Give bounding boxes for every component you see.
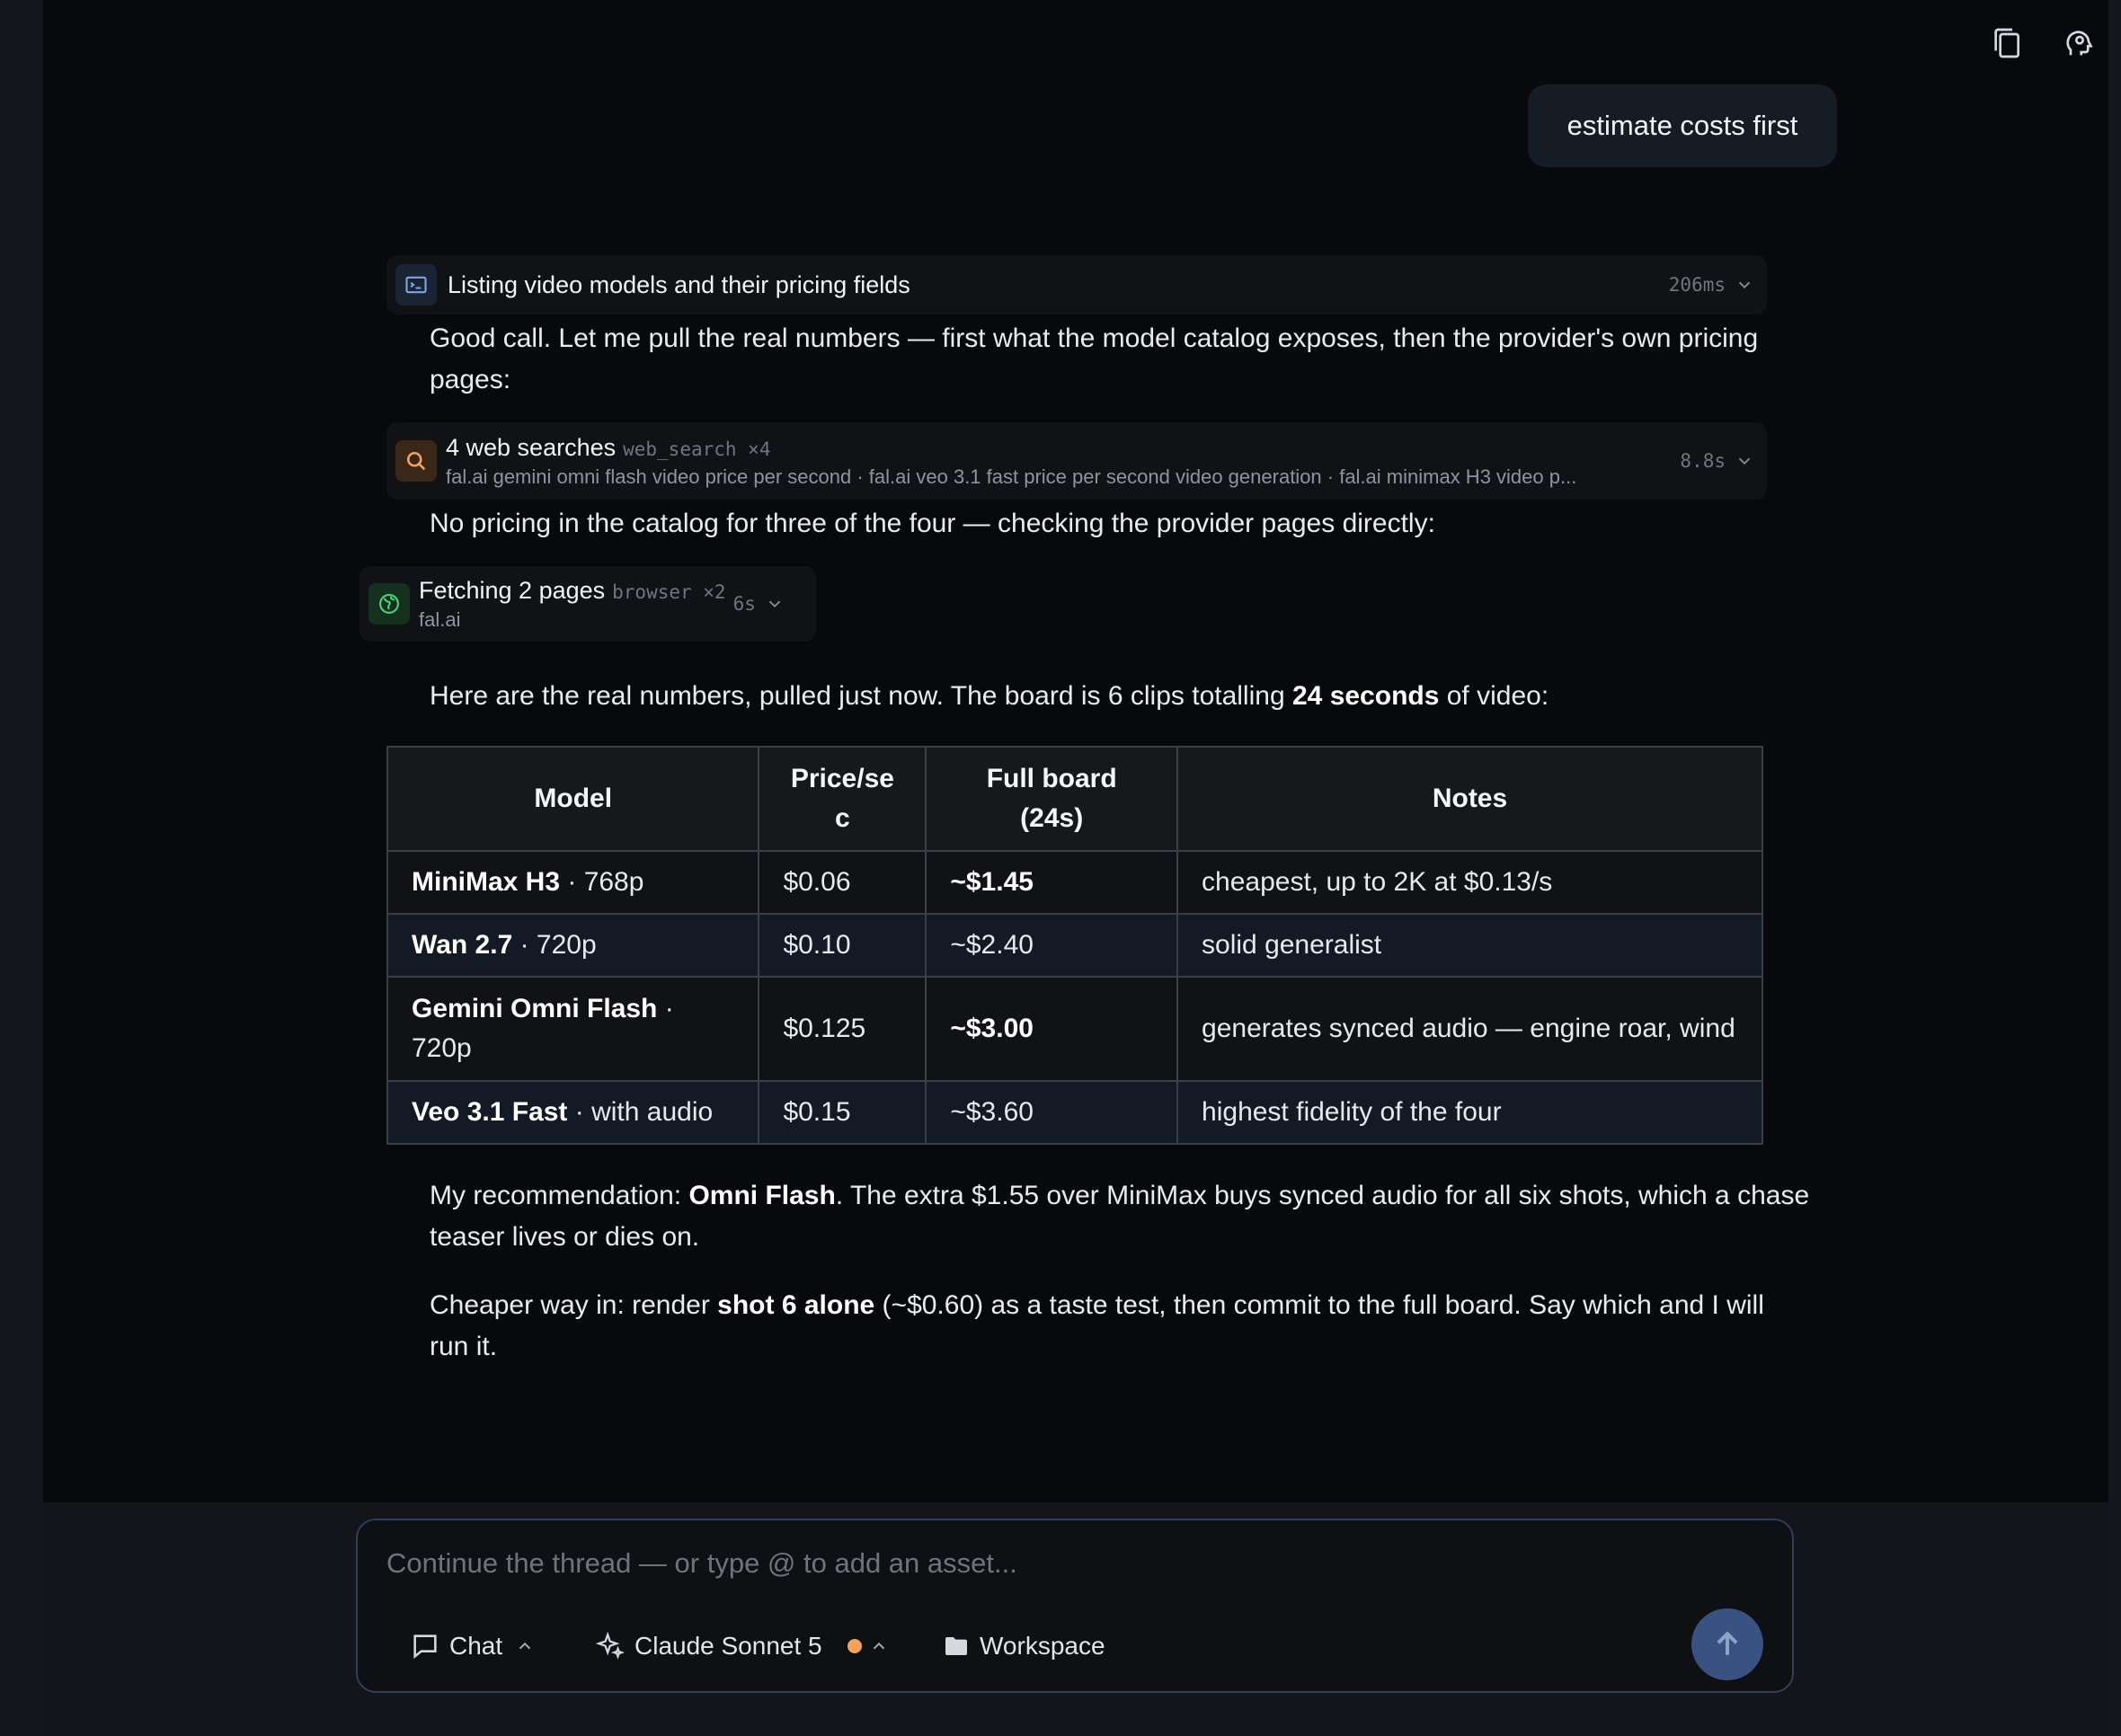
model-cell: Gemini Omni Flash · 720p [386,976,760,1082]
board-cost-cell: ~$1.45 [925,850,1179,915]
left-edge [0,0,43,1736]
column-header: Price/se c [758,746,927,852]
column-header: Notes [1176,746,1763,852]
message-input[interactable] [386,1538,1735,1589]
board-cost-cell: ~$3.00 [925,976,1179,1082]
price-cell: $0.125 [758,976,927,1082]
model-status-dot [847,1639,862,1653]
model-label: Claude Sonnet 5 [635,1632,822,1660]
mode-selector[interactable]: Chat [410,1621,535,1671]
assistant-text-3: Here are the real numbers, pulled just n… [430,681,1549,711]
model-cell: Veo 3.1 Fast · with audio [386,1080,760,1145]
tool-call-listing-models[interactable]: Listing video models and their pricing f… [386,255,1767,314]
right-edge [2108,0,2121,1736]
price-cell: $0.15 [758,1080,927,1145]
tool-duration: 206ms [1668,274,1726,296]
recommendation-text: My recommendation: Omni Flash. The extra… [430,1181,1810,1252]
table-header-row: Model Price/se c Full board (24s) Notes [386,746,1763,852]
table-row: Gemini Omni Flash · 720p $0.125 ~$3.00 gene… [386,976,1763,1082]
assistant-text-1: Good call. Let me pull the real numbers … [430,323,1759,394]
chat-bubble-icon [413,1634,437,1659]
notes-cell: solid generalist [1176,913,1763,978]
copy-icon[interactable] [1986,22,2029,65]
table-row: Wan 2.7 · 720p $0.10 ~$2.40 solid generalis… [386,913,1763,978]
chevron-up-icon [873,1642,884,1650]
composer: Chat Claude Sonnet 5 Workspace [356,1519,1794,1693]
alternative-text: Cheaper way in: render shot 6 alone (~$0… [430,1290,1764,1361]
chevron-up-icon [519,1642,531,1650]
column-header: Model [386,746,760,852]
globe-icon [368,583,410,624]
price-cell: $0.06 [758,850,927,915]
tool-duration: 6s [732,593,756,615]
folder-icon [945,1637,967,1655]
notes-cell: cheapest, up to 2K at $0.13/s [1176,850,1763,915]
tool-call-web-searches[interactable]: 4 web searches web_search ×4 fal.ai gemi… [386,422,1767,500]
workspace-selector[interactable]: Workspace [942,1621,1105,1671]
tool-name: web_search ×4 [623,438,771,460]
tool-subtitle: fal.ai [419,607,461,631]
notes-cell: highest fidelity of the four [1176,1080,1763,1145]
tool-title: Listing video models and their pricing f… [448,270,910,298]
pricing-table: Model Price/se c Full board (24s) Notes Mi… [386,746,1763,1145]
terminal-icon [395,264,437,306]
assistant-text-2: No pricing in the catalog for three of t… [430,509,1435,538]
table-row: Veo 3.1 Fast · with audio $0.15 ~$3.60 high… [386,1080,1763,1145]
tool-name: browser ×2 [612,580,726,603]
sparkle-icon [595,1631,626,1660]
model-cell: Wan 2.7 · 720p [386,913,760,978]
notes-cell: generates synced audio — engine roar, wi… [1176,976,1763,1082]
chevron-down-icon [768,600,781,608]
tool-title: Fetching 2 pages [419,576,606,604]
table-row: MiniMax H3 · 768p $0.06 ~$1.45 cheapest, up… [386,850,1763,915]
mode-label: Chat [449,1632,503,1660]
column-header: Full board (24s) [925,746,1179,852]
chevron-down-icon [1738,281,1751,289]
tool-duration: 8.8s [1680,450,1726,472]
board-cost-cell: ~$3.60 [925,1080,1179,1145]
model-cell: MiniMax H3 · 768p [386,850,760,915]
tool-call-fetching-pages[interactable]: Fetching 2 pages browser ×2 fal.ai 6s [359,566,816,642]
search-icon [395,440,437,482]
send-button[interactable] [1691,1608,1763,1680]
workspace-label: Workspace [980,1632,1105,1660]
user-message-bubble: estimate costs first [1528,84,1837,167]
tool-subtitle: fal.ai gemini omni flash video price per… [446,465,1577,488]
price-cell: $0.10 [758,913,927,978]
arrow-up-icon [1717,1631,1738,1655]
board-cost-cell: ~$2.40 [925,913,1179,978]
app-window: estimate costs first Listing video model… [0,0,2121,1736]
chevron-down-icon [1738,457,1751,465]
model-selector[interactable]: Claude Sonnet 5 [595,1621,889,1671]
tool-title: 4 web searches [446,433,617,461]
brain-settings-icon[interactable] [2058,22,2101,65]
